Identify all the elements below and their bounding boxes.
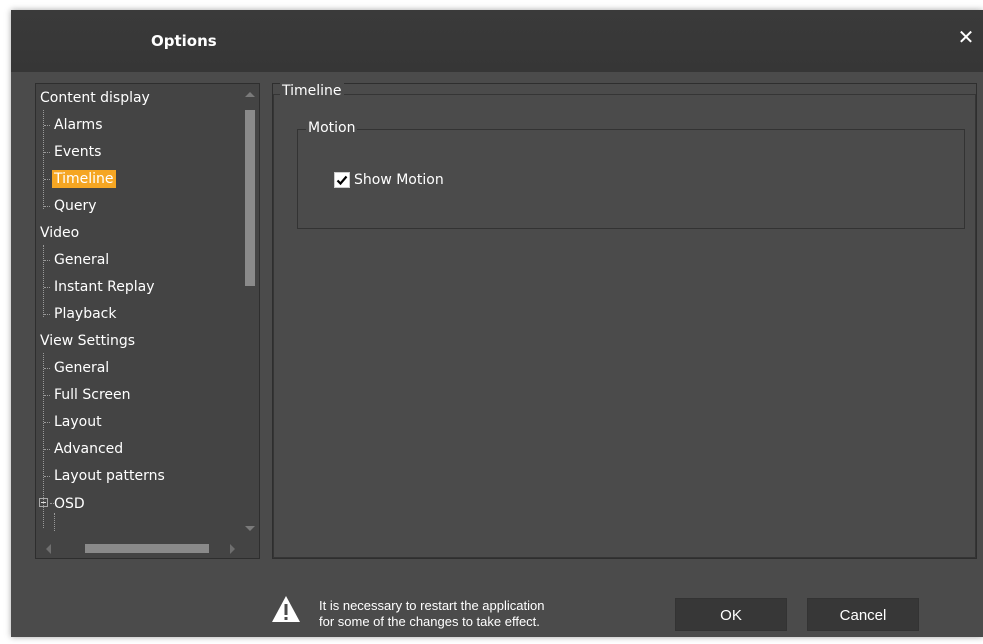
scroll-up-icon[interactable] <box>245 92 255 97</box>
tree-item-label: Layout <box>54 414 102 430</box>
tree-item-label: General <box>54 252 110 268</box>
tree-item-view-general[interactable]: General <box>52 358 111 378</box>
tree-line <box>44 422 50 423</box>
tree-item-label: Advanced <box>54 441 124 457</box>
tree-item-full-screen[interactable]: Full Screen <box>52 385 133 405</box>
scrollbar-thumb[interactable] <box>245 110 255 286</box>
settings-panel: Timeline Motion Show Motion <box>272 83 977 559</box>
options-tree: Content display Alarms Events Timeline Q… <box>35 83 260 559</box>
checkmark-icon <box>336 175 348 186</box>
tree-section-label: Video <box>40 225 80 241</box>
tree-line <box>44 449 50 450</box>
scroll-left-icon[interactable] <box>46 544 51 554</box>
title-bar: Options ✕ <box>11 10 983 72</box>
show-motion-label: Show Motion <box>354 172 444 188</box>
collapse-icon[interactable] <box>39 498 48 507</box>
tree-line <box>44 260 50 261</box>
tree-item-label: General <box>54 360 110 376</box>
tree-section-view-settings[interactable]: View Settings <box>38 331 137 351</box>
tree-item-label: Alarms <box>54 117 103 133</box>
tree-item-alarms[interactable]: Alarms <box>52 115 105 135</box>
dialog-title: Options <box>151 32 217 50</box>
tree-item-playback[interactable]: Playback <box>52 304 118 324</box>
warning-icon <box>272 596 300 622</box>
tree-item-instant-replay[interactable]: Instant Replay <box>52 277 157 297</box>
tree-line <box>44 179 50 180</box>
ok-button[interactable]: OK <box>675 598 787 631</box>
tree-line <box>44 368 50 369</box>
scroll-right-icon[interactable] <box>230 544 235 554</box>
tree-line <box>44 125 50 126</box>
cancel-button[interactable]: Cancel <box>807 598 919 631</box>
show-motion-checkbox[interactable] <box>334 172 350 188</box>
warning-line-2: for some of the changes to take effect. <box>319 614 540 629</box>
tree-item-label: Query <box>54 198 97 214</box>
tree-item-label: Layout patterns <box>54 468 165 484</box>
close-icon[interactable]: ✕ <box>953 24 979 50</box>
tree-section-label: View Settings <box>40 333 136 349</box>
tree-line <box>44 152 50 153</box>
motion-group: Motion Show Motion <box>297 120 965 229</box>
warning-line-1: It is necessary to restart the applicati… <box>319 598 545 613</box>
tree-section-label: Content display <box>40 90 150 106</box>
tree-content: Content display Alarms Events Timeline Q… <box>36 84 241 539</box>
tree-horizontal-scrollbar[interactable] <box>36 539 241 558</box>
tree-item-events[interactable]: Events <box>52 142 103 162</box>
tree-item-label: Timeline <box>52 170 116 188</box>
scrollbar-thumb[interactable] <box>85 544 209 553</box>
scroll-down-icon[interactable] <box>245 526 255 531</box>
tree-item-layout-patterns[interactable]: Layout patterns <box>52 466 167 486</box>
tree-section-video[interactable]: Video <box>38 223 81 243</box>
tree-item-layout[interactable]: Layout <box>52 412 104 432</box>
tree-item-label: Full Screen <box>54 387 131 403</box>
tree-item-osd[interactable]: OSD <box>36 493 136 513</box>
show-motion-row: Show Motion <box>334 170 444 190</box>
motion-group-title: Motion <box>306 120 358 136</box>
tree-item-timeline[interactable]: Timeline <box>52 169 116 189</box>
tree-item-query[interactable]: Query <box>52 196 99 216</box>
tree-line <box>43 245 44 317</box>
tree-item-label: Instant Replay <box>54 279 155 295</box>
tree-item-advanced[interactable]: Advanced <box>52 439 125 459</box>
tree-line <box>44 206 50 207</box>
timeline-group-title: Timeline <box>280 83 344 99</box>
tree-item-label: Playback <box>54 306 117 322</box>
tree-line <box>54 513 55 531</box>
tree-item-label: Events <box>54 144 102 160</box>
tree-item-label: OSD <box>54 496 85 512</box>
tree-section-content-display[interactable]: Content display <box>38 88 152 108</box>
restart-warning: It is necessary to restart the applicati… <box>319 598 544 630</box>
options-dialog: Options ✕ Content display Alarms Events … <box>11 10 983 637</box>
tree-vertical-scrollbar[interactable] <box>242 84 259 539</box>
tree-line <box>44 287 50 288</box>
tree-line <box>44 476 50 477</box>
tree-line <box>44 314 50 315</box>
tree-item-video-general[interactable]: General <box>52 250 111 270</box>
tree-line <box>44 395 50 396</box>
